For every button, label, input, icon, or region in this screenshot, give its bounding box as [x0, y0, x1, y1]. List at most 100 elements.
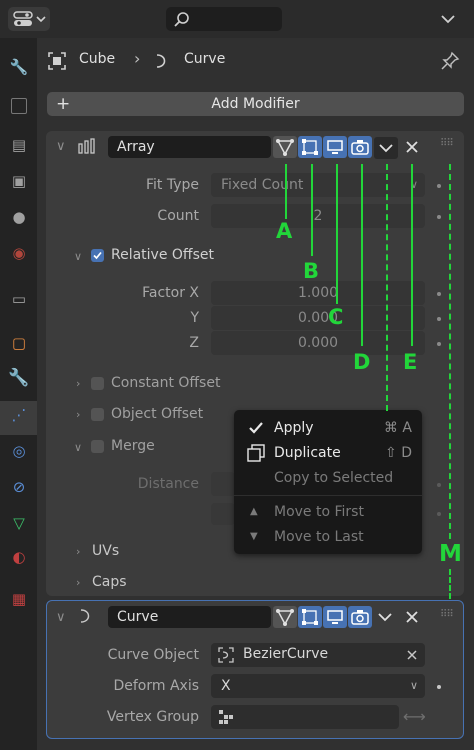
annotation-line-m — [449, 164, 451, 539]
drag-handle-icon[interactable]: ⠿⠿ — [440, 138, 454, 149]
monitor-icon — [327, 140, 343, 154]
deform-axis-label: Deform Axis — [113, 678, 199, 694]
count-field[interactable]: 2 — [211, 204, 425, 228]
keyframe-dot[interactable] — [437, 292, 441, 296]
factor-y-field[interactable]: 0.000 — [211, 306, 425, 330]
material-tab-icon[interactable]: ◐ — [8, 546, 30, 568]
realtime-toggle[interactable] — [323, 136, 347, 158]
render-toggle[interactable] — [348, 606, 372, 628]
pin-icon[interactable] — [440, 51, 460, 71]
properties-tab-bar: 🔧 ▤ ▣ ● ◉ ▭ ▢ 🔧 ⋰ ◎ ⊘ ▽ ◐ ▦ — [0, 38, 37, 750]
edit-mode-toggle[interactable] — [298, 136, 322, 158]
scene-tab-icon[interactable]: ● — [8, 206, 30, 228]
caps-chevron-icon[interactable]: › — [76, 576, 80, 589]
check-icon — [249, 422, 263, 434]
annotation-line-m-lower — [449, 569, 451, 599]
realtime-toggle[interactable] — [323, 606, 347, 628]
world-tab-icon[interactable]: ◉ — [8, 242, 30, 264]
distance-field[interactable] — [211, 472, 235, 496]
plus-icon: + — [56, 94, 71, 114]
add-modifier-label: Add Modifier — [211, 96, 300, 112]
annotation-label-b: B — [303, 259, 320, 283]
fit-type-dropdown[interactable]: Fixed Count ∨ — [211, 173, 425, 197]
physics-tab-icon[interactable]: ◎ — [8, 440, 30, 462]
keyframe-dot[interactable] — [437, 184, 441, 188]
annotation-line-a — [285, 164, 287, 219]
edit-mode-cage-toggle[interactable] — [273, 136, 297, 158]
chevron-down-icon — [441, 15, 455, 24]
keyframe-dot[interactable] — [437, 483, 441, 487]
relative-offset-label: Relative Offset — [111, 247, 214, 263]
keyframe-dot[interactable] — [437, 317, 441, 321]
uvs-label: UVs — [92, 543, 120, 559]
merge-label: Merge — [111, 438, 155, 454]
camera-icon — [351, 610, 369, 625]
close-icon[interactable] — [404, 609, 420, 625]
filter-dropdown[interactable] — [435, 8, 461, 30]
chevron-down-icon[interactable] — [375, 608, 395, 626]
edit-mode-toggle[interactable] — [298, 606, 322, 628]
data-tab-icon[interactable]: ▽ — [8, 512, 30, 534]
search-field[interactable] — [166, 7, 282, 31]
duplicate-menu-item[interactable]: Duplicate — [274, 445, 341, 461]
texture-tab-icon[interactable]: ▦ — [8, 588, 30, 610]
modifier-menu-dropdown[interactable] — [374, 137, 398, 159]
move-to-first-menu-item[interactable]: Move to First — [274, 504, 364, 520]
vertex-group-field[interactable] — [211, 705, 399, 729]
render-tab-icon[interactable] — [11, 98, 27, 114]
modifier-tab-icon[interactable]: 🔧 — [8, 367, 30, 389]
keyframe-dot[interactable] — [437, 342, 441, 346]
on-cuts-field[interactable] — [211, 503, 235, 525]
apply-menu-item[interactable]: Apply — [274, 420, 314, 436]
triangle-down-icon: ▼ — [250, 531, 258, 542]
invert-arrows-icon[interactable]: ⟷ — [403, 707, 426, 726]
factor-z-field[interactable]: 0.000 — [211, 331, 425, 355]
fit-type-label: Fit Type — [145, 177, 199, 193]
editor-type-button[interactable] — [8, 7, 50, 31]
vertex-group-label: Vertex Group — [106, 709, 199, 725]
check-icon — [93, 251, 102, 260]
add-modifier-button[interactable]: + Add Modifier — [47, 92, 464, 116]
caps-label: Caps — [92, 574, 127, 590]
curve-name-field[interactable]: Curve — [108, 606, 271, 628]
collapse-chevron-icon[interactable]: ∨ — [56, 139, 66, 154]
constant-offset-checkbox[interactable] — [91, 377, 104, 390]
view-layer-tab-icon[interactable]: ▣ — [8, 170, 30, 192]
particles-tab-icon[interactable]: ⋰ — [8, 404, 30, 426]
drag-handle-icon[interactable]: ⠿⠿ — [440, 609, 454, 620]
merge-chevron-icon[interactable]: ∨ — [74, 441, 82, 454]
constraints-tab-icon[interactable]: ⊘ — [8, 476, 30, 498]
deform-axis-value: X — [221, 678, 231, 694]
collection-tab-icon[interactable]: ▭ — [8, 288, 30, 310]
output-tab-icon[interactable]: ▤ — [8, 134, 30, 156]
keyframe-dot[interactable] — [437, 685, 441, 689]
copy-to-selected-menu-item[interactable]: Copy to Selected — [274, 470, 393, 486]
clear-icon[interactable] — [406, 649, 418, 661]
object-offset-checkbox[interactable] — [91, 408, 104, 421]
edit-mode-cage-toggle[interactable] — [273, 606, 297, 628]
object-offset-chevron-icon[interactable]: › — [76, 408, 80, 421]
move-to-last-menu-item[interactable]: Move to Last — [274, 529, 364, 545]
object-tab-icon[interactable]: ▢ — [8, 332, 30, 354]
tool-tab-icon[interactable]: 🔧 — [8, 56, 30, 78]
relative-offset-checkbox[interactable] — [91, 249, 104, 262]
factor-x-field[interactable]: 1.000 — [211, 281, 425, 305]
curve-object-field[interactable]: BezierCurve — [211, 643, 425, 667]
array-name-field[interactable]: Array — [108, 136, 271, 158]
curve-object-icon — [218, 647, 234, 663]
keyframe-dot[interactable] — [437, 215, 441, 219]
factor-y-label: Y — [190, 310, 199, 326]
constant-offset-chevron-icon[interactable]: › — [76, 377, 80, 390]
relative-offset-chevron-icon[interactable]: ∨ — [74, 250, 82, 263]
uvs-chevron-icon[interactable]: › — [76, 545, 80, 558]
deform-axis-dropdown[interactable]: X ∨ — [211, 674, 425, 698]
menu-separator — [234, 495, 422, 496]
keyframe-dot[interactable] — [437, 512, 441, 516]
annotation-label-c: C — [328, 305, 344, 329]
merge-checkbox[interactable] — [91, 440, 104, 453]
close-icon[interactable] — [404, 139, 420, 155]
constant-offset-label: Constant Offset — [111, 375, 221, 391]
collapse-chevron-icon[interactable]: ∨ — [56, 610, 66, 625]
modifier-context-menu: Apply ⌘ A Duplicate ⇧ D Copy to Selected… — [234, 410, 422, 554]
render-toggle[interactable] — [348, 136, 372, 158]
